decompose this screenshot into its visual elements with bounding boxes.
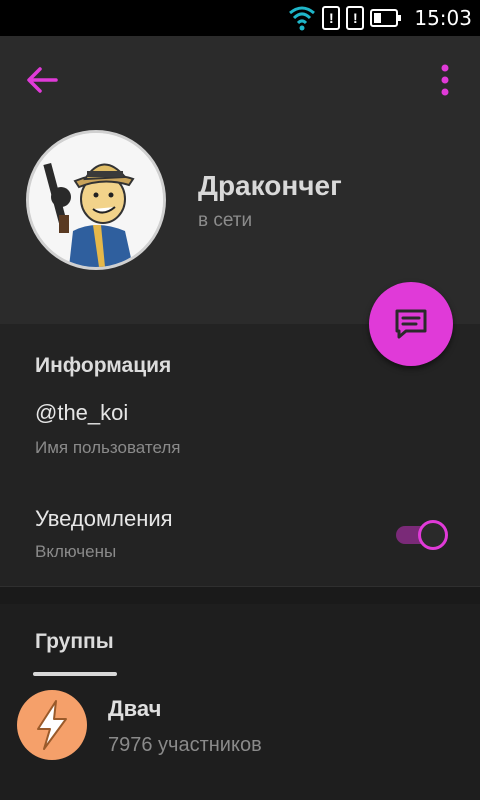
clock: 15:03 — [414, 6, 472, 30]
toggle-thumb — [418, 520, 448, 550]
arrow-left-icon[interactable] — [22, 60, 62, 100]
chat-bubble-icon — [395, 309, 427, 339]
send-message-button[interactable] — [369, 282, 453, 366]
groups-section: Группы Двач 7976 участников — [0, 604, 480, 800]
lightning-icon — [37, 700, 67, 750]
section-title-groups: Группы — [35, 630, 114, 653]
profile-name: Дракончег — [198, 170, 342, 201]
status-bar: ! ! 15:03 — [0, 0, 480, 36]
group-name: Двач — [108, 696, 162, 721]
wifi-icon — [289, 6, 316, 31]
profile-status: в сети — [198, 210, 253, 231]
group-list-item[interactable]: Двач 7976 участников — [0, 674, 480, 800]
notifications-toggle[interactable] — [396, 518, 448, 552]
battery-icon — [370, 9, 402, 27]
more-vertical-icon[interactable] — [430, 60, 460, 100]
group-avatar — [17, 690, 87, 760]
username-value[interactable]: @the_koi — [35, 400, 128, 426]
vault-boy-avatar-icon — [29, 133, 163, 267]
profile-header: Дракончег в сети — [0, 36, 480, 324]
alert-icon: ! — [322, 6, 341, 30]
notifications-status: Включены — [35, 542, 117, 561]
avatar[interactable] — [26, 130, 166, 270]
group-members-count: 7976 участников — [108, 734, 262, 756]
notifications-label[interactable]: Уведомления — [35, 506, 173, 532]
section-divider — [0, 586, 480, 604]
alert-icon: ! — [346, 6, 365, 30]
section-title-info: Информация — [35, 354, 172, 377]
username-label: Имя пользователя — [35, 438, 181, 457]
